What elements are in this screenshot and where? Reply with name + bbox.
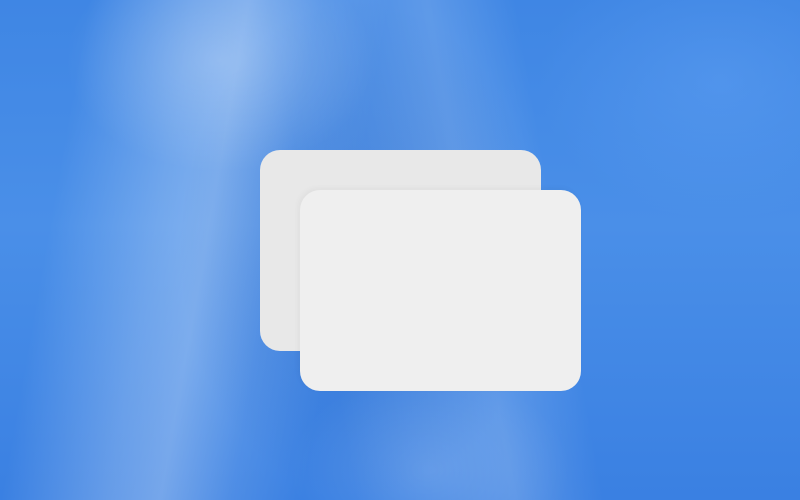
desktop-wallpaper (0, 0, 800, 500)
window-stack-icon[interactable] (0, 0, 800, 500)
foreground-window[interactable] (300, 190, 581, 391)
